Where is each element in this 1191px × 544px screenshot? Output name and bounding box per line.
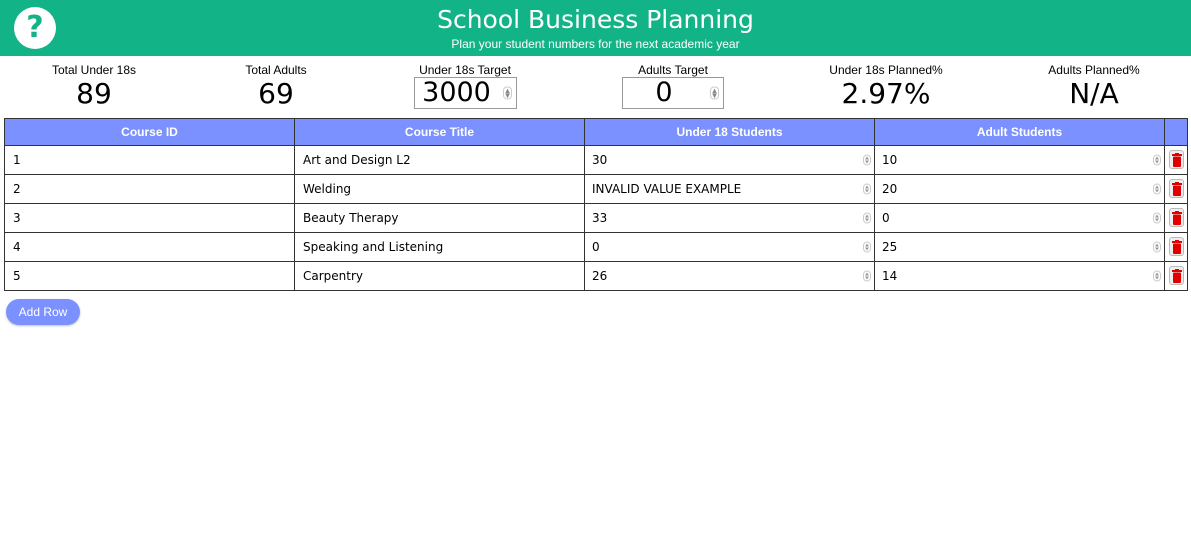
actions-cell (1164, 174, 1188, 204)
adults-input[interactable]: 10 (874, 145, 1165, 175)
adults-value: 14 (882, 268, 898, 283)
courses-table: Course ID Course Title Under 18 Students… (4, 118, 1188, 291)
number-spinner[interactable]: ▲ ▼ (503, 86, 512, 100)
course-id-value: 5 (13, 268, 21, 283)
stat-label: Adults Planned% (1048, 63, 1140, 77)
stat-value: 2.97% (841, 77, 931, 110)
course-id-cell[interactable]: 2 (4, 174, 295, 204)
number-spinner[interactable] (863, 212, 871, 224)
under18-value: 0 (592, 239, 600, 254)
adults-value: 20 (882, 181, 898, 196)
col-actions (1164, 118, 1188, 146)
adults-value: 10 (882, 152, 898, 167)
course-title-value: Beauty Therapy (303, 210, 399, 225)
under18-target-input[interactable]: 3000 ▲ ▼ (414, 77, 517, 109)
table-row: 2 Welding INVALID VALUE EXAMPLE 20 (4, 174, 1188, 204)
course-title-cell[interactable]: Beauty Therapy (294, 203, 585, 233)
adults-target-value: 0 (655, 77, 673, 108)
adults-target-input[interactable]: 0 ▲ ▼ (622, 77, 724, 109)
stat-label: Under 18s Planned% (829, 63, 943, 77)
under18-input[interactable]: INVALID VALUE EXAMPLE (584, 174, 875, 204)
under18-input[interactable]: 33 (584, 203, 875, 233)
number-spinner[interactable]: ▲ ▼ (710, 86, 719, 100)
stat-value: N/A (1069, 77, 1119, 110)
under18-value: 33 (592, 210, 608, 225)
number-spinner[interactable] (1153, 183, 1161, 195)
course-id-value: 1 (13, 152, 21, 167)
course-title-value: Welding (303, 181, 352, 196)
col-adult-students: Adult Students (874, 118, 1165, 146)
number-spinner[interactable] (1153, 270, 1161, 282)
add-row-button[interactable]: Add Row (6, 299, 80, 325)
stat-label: Under 18s Target (419, 63, 511, 77)
stat-label: Adults Target (638, 63, 708, 77)
stat-label: Total Adults (245, 63, 307, 77)
app-header: ? School Business Planning Plan your stu… (0, 0, 1191, 56)
page-subtitle: Plan your student numbers for the next a… (451, 37, 740, 51)
adults-input[interactable]: 20 (874, 174, 1165, 204)
stat-value: 89 (76, 77, 112, 110)
adults-input[interactable]: 14 (874, 261, 1165, 291)
adults-value: 25 (882, 239, 898, 254)
course-id-value: 4 (13, 239, 21, 254)
table-row: 4 Speaking and Listening 0 25 (4, 232, 1188, 262)
delete-row-button[interactable] (1169, 266, 1184, 285)
course-title-cell[interactable]: Art and Design L2 (294, 145, 585, 175)
adults-input[interactable]: 0 (874, 203, 1165, 233)
actions-cell (1164, 261, 1188, 291)
under18-input[interactable]: 26 (584, 261, 875, 291)
course-id-cell[interactable]: 4 (4, 232, 295, 262)
delete-row-button[interactable] (1169, 208, 1184, 227)
under18-target-value: 3000 (422, 77, 491, 108)
col-course-title: Course Title (294, 118, 585, 146)
course-title-value: Speaking and Listening (303, 239, 444, 254)
under18-value: 26 (592, 268, 608, 283)
actions-cell (1164, 203, 1188, 233)
trash-icon (1172, 269, 1182, 283)
under18-value: INVALID VALUE EXAMPLE (592, 181, 742, 196)
course-id-cell[interactable]: 3 (4, 203, 295, 233)
table-row: 3 Beauty Therapy 33 0 (4, 203, 1188, 233)
table-header-row: Course ID Course Title Under 18 Students… (4, 118, 1188, 146)
table-row: 5 Carpentry 26 14 (4, 261, 1188, 291)
table-row: 1 Art and Design L2 30 10 (4, 145, 1188, 175)
under18-input[interactable]: 0 (584, 232, 875, 262)
col-under18-students: Under 18 Students (584, 118, 875, 146)
course-id-value: 3 (13, 210, 21, 225)
adults-value: 0 (882, 210, 890, 225)
trash-icon (1172, 182, 1182, 196)
under18-value: 30 (592, 152, 608, 167)
delete-row-button[interactable] (1169, 150, 1184, 169)
course-title-cell[interactable]: Speaking and Listening (294, 232, 585, 262)
course-id-cell[interactable]: 1 (4, 145, 295, 175)
course-title-value: Art and Design L2 (303, 152, 411, 167)
col-course-id: Course ID (4, 118, 295, 146)
stat-label: Total Under 18s (51, 63, 137, 77)
trash-icon (1172, 211, 1182, 225)
actions-cell (1164, 232, 1188, 262)
stats-bar: Total Under 18s 89 Total Adults 69 Under… (0, 56, 1191, 116)
page-title: School Business Planning (437, 5, 754, 34)
number-spinner[interactable] (1153, 212, 1161, 224)
course-title-cell[interactable]: Welding (294, 174, 585, 204)
adults-input[interactable]: 25 (874, 232, 1165, 262)
course-id-value: 2 (13, 181, 21, 196)
number-spinner[interactable] (863, 241, 871, 253)
actions-cell (1164, 145, 1188, 175)
number-spinner[interactable] (1153, 241, 1161, 253)
under18-input[interactable]: 30 (584, 145, 875, 175)
delete-row-button[interactable] (1169, 179, 1184, 198)
course-title-cell[interactable]: Carpentry (294, 261, 585, 291)
stat-value: 69 (258, 77, 294, 110)
number-spinner[interactable] (863, 270, 871, 282)
course-title-value: Carpentry (303, 268, 364, 283)
trash-icon (1172, 240, 1182, 254)
number-spinner[interactable] (1153, 154, 1161, 166)
number-spinner[interactable] (863, 183, 871, 195)
trash-icon (1172, 153, 1182, 167)
delete-row-button[interactable] (1169, 237, 1184, 256)
course-id-cell[interactable]: 5 (4, 261, 295, 291)
number-spinner[interactable] (863, 154, 871, 166)
